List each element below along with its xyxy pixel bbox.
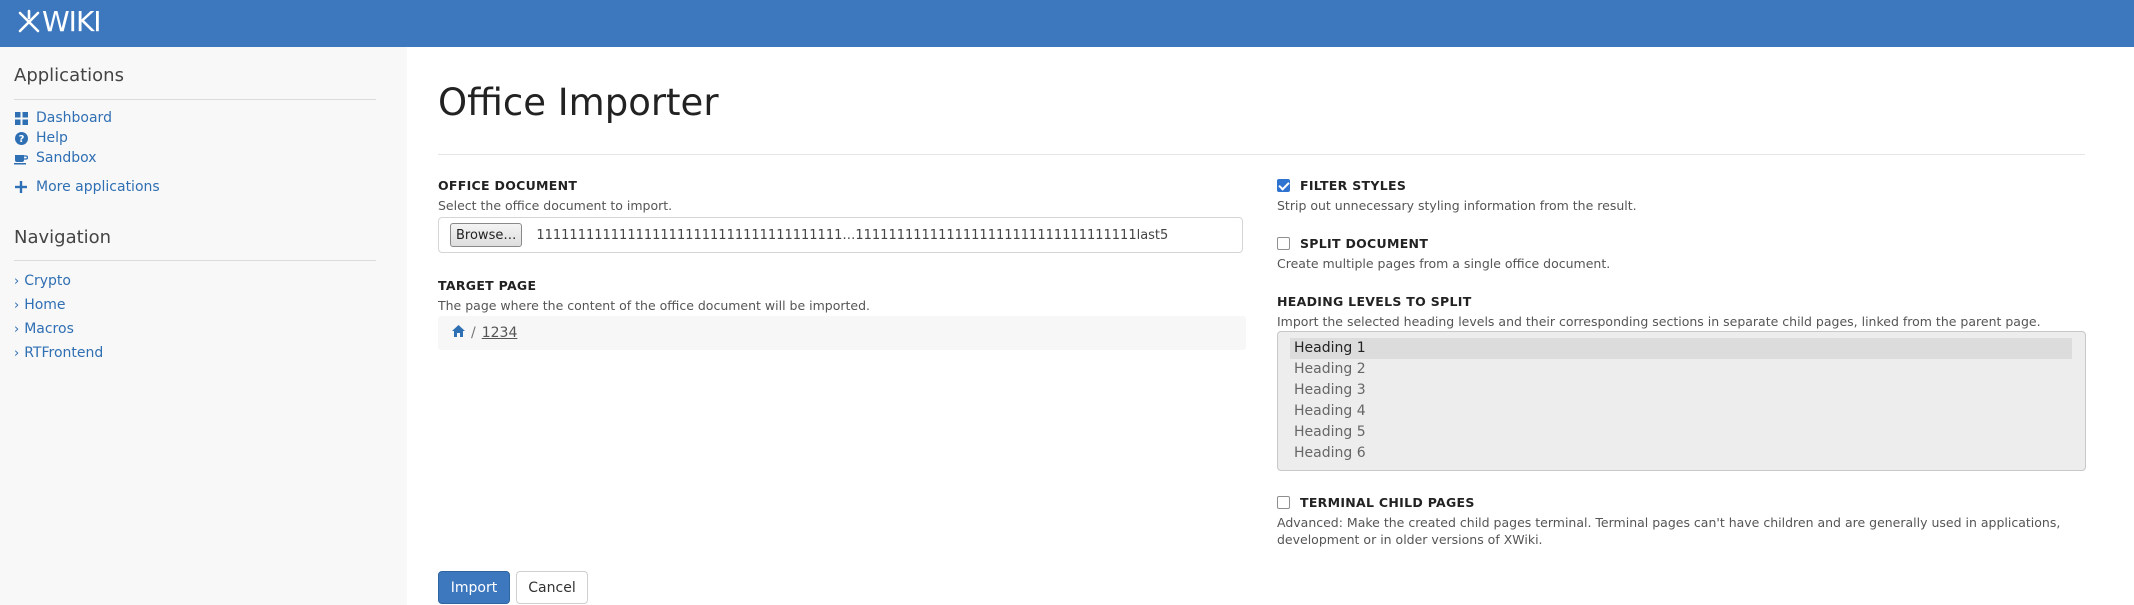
split-document-checkbox[interactable] bbox=[1277, 237, 1290, 250]
applications-title: Applications bbox=[14, 65, 124, 86]
title-divider bbox=[438, 154, 2085, 155]
plus-icon bbox=[14, 180, 28, 194]
chevron-right-icon: › bbox=[14, 297, 20, 313]
nav-item-crypto[interactable]: › Crypto bbox=[14, 272, 71, 290]
sidebar-item-dashboard[interactable]: Dashboard bbox=[14, 109, 112, 127]
cancel-button[interactable]: Cancel bbox=[516, 571, 588, 604]
split-document-hint: Create multiple pages from a single offi… bbox=[1277, 256, 1611, 271]
filter-styles-label: FILTER STYLES bbox=[1300, 178, 1407, 193]
main-content: Office Importer OFFICE DOCUMENT Select t… bbox=[407, 47, 2134, 605]
filter-styles-hint: Strip out unnecessary styling informatio… bbox=[1277, 198, 1637, 213]
top-bar: WIKI bbox=[0, 0, 2134, 47]
target-page-breadcrumb: / 1234 bbox=[438, 316, 1246, 350]
sidebar: Applications Dashboard ? Help Sandbox Mo… bbox=[0, 47, 407, 605]
office-document-label: OFFICE DOCUMENT bbox=[438, 178, 578, 193]
sidebar-item-label: Sandbox bbox=[36, 150, 97, 166]
terminal-child-pages-hint-line1: Advanced: Make the created child pages t… bbox=[1277, 515, 2061, 530]
chevron-right-icon: › bbox=[14, 345, 20, 361]
help-icon: ? bbox=[14, 131, 28, 145]
heading-option[interactable]: Heading 3 bbox=[1290, 380, 2072, 401]
nav-item-label: RTFrontend bbox=[24, 345, 104, 361]
dashboard-icon bbox=[14, 111, 28, 125]
split-document-label: SPLIT DOCUMENT bbox=[1300, 236, 1429, 251]
terminal-child-pages-label: TERMINAL CHILD PAGES bbox=[1300, 495, 1475, 510]
svg-text:?: ? bbox=[18, 134, 24, 145]
sidebar-item-label: Help bbox=[36, 130, 68, 146]
page-title: Office Importer bbox=[438, 81, 719, 124]
chevron-right-icon: › bbox=[14, 273, 20, 289]
heading-option[interactable]: Heading 2 bbox=[1290, 359, 2072, 380]
sidebar-item-help[interactable]: ? Help bbox=[14, 129, 68, 147]
heading-option[interactable]: Heading 5 bbox=[1290, 422, 2072, 443]
nav-item-label: Macros bbox=[24, 321, 74, 337]
target-page-label: TARGET PAGE bbox=[438, 278, 537, 293]
nav-item-label: Crypto bbox=[24, 273, 71, 289]
chevron-right-icon: › bbox=[14, 321, 20, 337]
coffee-icon bbox=[14, 151, 28, 165]
sidebar-item-sandbox[interactable]: Sandbox bbox=[14, 149, 97, 167]
heading-levels-listbox[interactable]: Heading 1 Heading 2 Heading 3 Heading 4 … bbox=[1277, 331, 2086, 471]
heading-levels-label: HEADING LEVELS TO SPLIT bbox=[1277, 294, 1472, 309]
breadcrumb-page-link[interactable]: 1234 bbox=[482, 325, 518, 341]
xwiki-x-icon bbox=[18, 9, 40, 33]
heading-option[interactable]: Heading 4 bbox=[1290, 401, 2072, 422]
heading-option[interactable]: Heading 6 bbox=[1290, 443, 2072, 464]
heading-levels-hint: Import the selected heading levels and t… bbox=[1277, 314, 2041, 329]
logo-text: WIKI bbox=[42, 5, 102, 38]
office-document-file-input[interactable]: Browse… 11111111111111111111111111111111… bbox=[438, 217, 1243, 253]
nav-item-home[interactable]: › Home bbox=[14, 296, 66, 314]
more-applications-link[interactable]: More applications bbox=[14, 178, 160, 196]
breadcrumb-separator: / bbox=[471, 325, 476, 341]
navigation-title: Navigation bbox=[14, 227, 112, 248]
sidebar-item-label: Dashboard bbox=[36, 110, 112, 126]
home-icon[interactable] bbox=[452, 325, 465, 341]
more-applications-label: More applications bbox=[36, 179, 160, 195]
heading-option[interactable]: Heading 1 bbox=[1290, 338, 2072, 359]
navigation-divider bbox=[14, 260, 376, 261]
target-page-hint: The page where the content of the office… bbox=[438, 298, 871, 313]
applications-divider bbox=[14, 99, 376, 100]
terminal-child-pages-hint-line2: development or in older versions of XWik… bbox=[1277, 532, 1543, 547]
import-button[interactable]: Import bbox=[438, 571, 510, 604]
nav-item-rtfrontend[interactable]: › RTFrontend bbox=[14, 344, 103, 362]
nav-item-label: Home bbox=[24, 297, 66, 313]
browse-button[interactable]: Browse… bbox=[450, 223, 523, 247]
nav-item-macros[interactable]: › Macros bbox=[14, 320, 74, 338]
filter-styles-checkbox[interactable] bbox=[1277, 179, 1290, 192]
xwiki-logo[interactable]: WIKI bbox=[16, 5, 102, 38]
office-document-hint: Select the office document to import. bbox=[438, 198, 673, 213]
terminal-child-pages-checkbox[interactable] bbox=[1277, 496, 1290, 509]
selected-file-name: 1111111111111111111111111111111111111…11… bbox=[536, 227, 1169, 243]
